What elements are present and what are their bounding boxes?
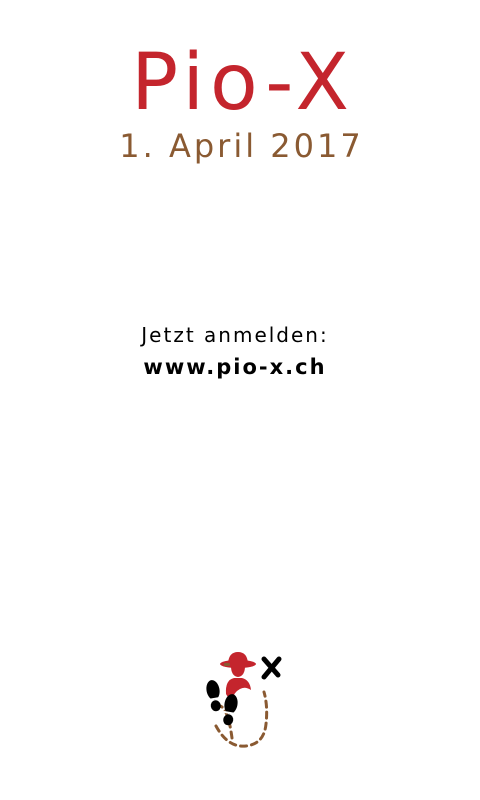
signup-link[interactable]: www.pio-x.ch	[143, 352, 326, 382]
signup-section: Jetzt anmelden: www.pio-x.ch	[0, 320, 470, 382]
scout-figure-icon	[220, 652, 256, 700]
scout-footprints-treasure-map-icon	[206, 652, 282, 748]
event-date: 1. April 2017	[119, 127, 364, 165]
pio-x-logo	[198, 646, 294, 752]
event-title: Pio-X	[131, 38, 355, 128]
signup-label: Jetzt anmelden:	[141, 323, 329, 347]
x-mark-icon	[261, 656, 282, 680]
